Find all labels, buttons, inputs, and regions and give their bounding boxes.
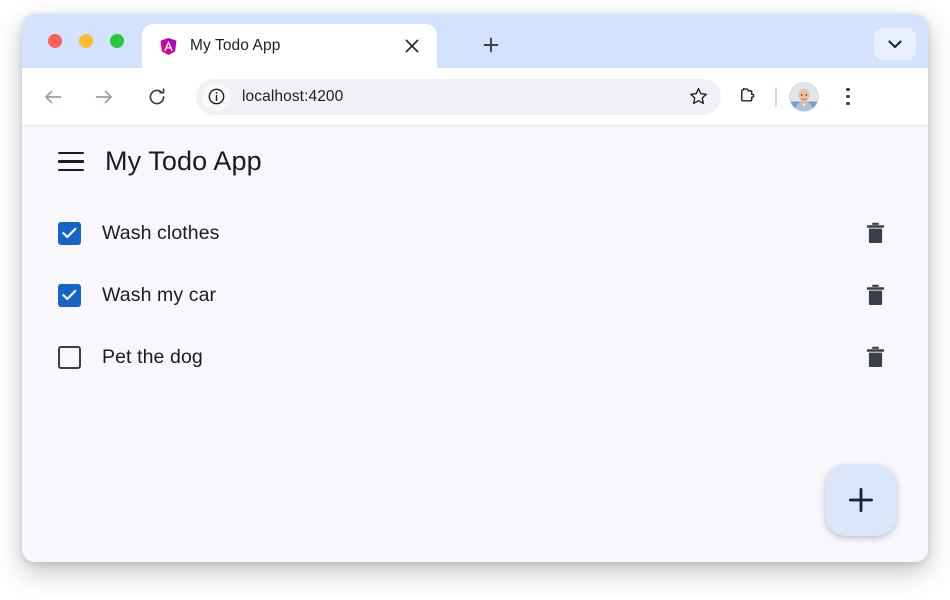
arrow-left-icon <box>45 90 62 103</box>
page-title: My Todo App <box>105 146 262 176</box>
window-maximize-button[interactable] <box>110 34 124 48</box>
angular-logo-icon <box>160 37 177 55</box>
url-text[interactable]: localhost:4200 <box>242 88 683 106</box>
screenshot-root: My Todo App localhost:4200 My Todo App W… <box>0 0 950 600</box>
reload-button[interactable] <box>140 80 174 114</box>
todo-item-label: Wash clothes <box>102 221 220 244</box>
delete-todo-button[interactable] <box>860 218 890 248</box>
browser-tab-title: My Todo App <box>190 37 281 54</box>
add-todo-fab[interactable] <box>825 464 897 536</box>
window-controls <box>48 34 124 48</box>
close-icon[interactable] <box>399 33 425 59</box>
star-icon[interactable] <box>683 82 713 112</box>
reload-icon <box>149 87 165 104</box>
delete-todo-button[interactable] <box>860 280 890 310</box>
three-dot-menu-icon[interactable] <box>833 81 863 113</box>
chevron-down-icon <box>888 40 902 48</box>
todo-item-toggle[interactable]: Wash my car <box>58 283 860 307</box>
todo-checkbox-unchecked[interactable] <box>58 345 81 369</box>
tab-search-button[interactable] <box>874 28 916 60</box>
web-page-content: My Todo App Wash clothes Wash my car Pet… <box>22 126 928 562</box>
todo-item: Pet the dog <box>22 326 928 388</box>
window-close-button[interactable] <box>48 34 62 48</box>
puzzle-piece-icon <box>740 87 754 102</box>
arrow-right-icon <box>95 90 112 103</box>
extensions-button[interactable] <box>731 81 763 113</box>
app-header: My Todo App <box>22 126 928 175</box>
trash-icon <box>866 346 884 367</box>
address-bar[interactable]: localhost:4200 <box>196 78 721 115</box>
back-button[interactable] <box>36 80 70 114</box>
checkmark-icon <box>62 289 77 301</box>
new-tab-button[interactable] <box>477 31 505 59</box>
toolbar-divider <box>775 86 777 107</box>
browser-toolbar: localhost:4200 <box>22 68 928 126</box>
todo-item: Wash clothes <box>22 202 928 264</box>
todo-checkbox-checked[interactable] <box>58 283 81 307</box>
browser-window: My Todo App localhost:4200 My Todo App W… <box>22 14 928 562</box>
trash-icon <box>866 222 884 243</box>
todo-list: Wash clothes Wash my car Pet the dog <box>22 202 928 388</box>
plus-icon <box>849 488 873 512</box>
todo-item: Wash my car <box>22 264 928 326</box>
todo-checkbox-checked[interactable] <box>58 221 81 245</box>
plus-icon <box>483 37 499 53</box>
todo-item-toggle[interactable]: Wash clothes <box>58 221 860 245</box>
profile-avatar[interactable] <box>789 81 819 112</box>
browser-tab-strip: My Todo App <box>22 14 928 68</box>
todo-item-toggle[interactable]: Pet the dog <box>58 345 860 369</box>
trash-icon <box>866 284 884 305</box>
forward-button[interactable] <box>87 80 121 114</box>
hamburger-menu-icon[interactable] <box>58 152 84 171</box>
info-circle-icon[interactable] <box>202 82 230 111</box>
delete-todo-button[interactable] <box>860 342 890 372</box>
todo-item-label: Pet the dog <box>102 345 203 368</box>
browser-tab-active[interactable]: My Todo App <box>142 24 437 68</box>
window-minimize-button[interactable] <box>79 34 93 48</box>
todo-item-label: Wash my car <box>102 283 217 306</box>
checkmark-icon <box>62 227 77 239</box>
